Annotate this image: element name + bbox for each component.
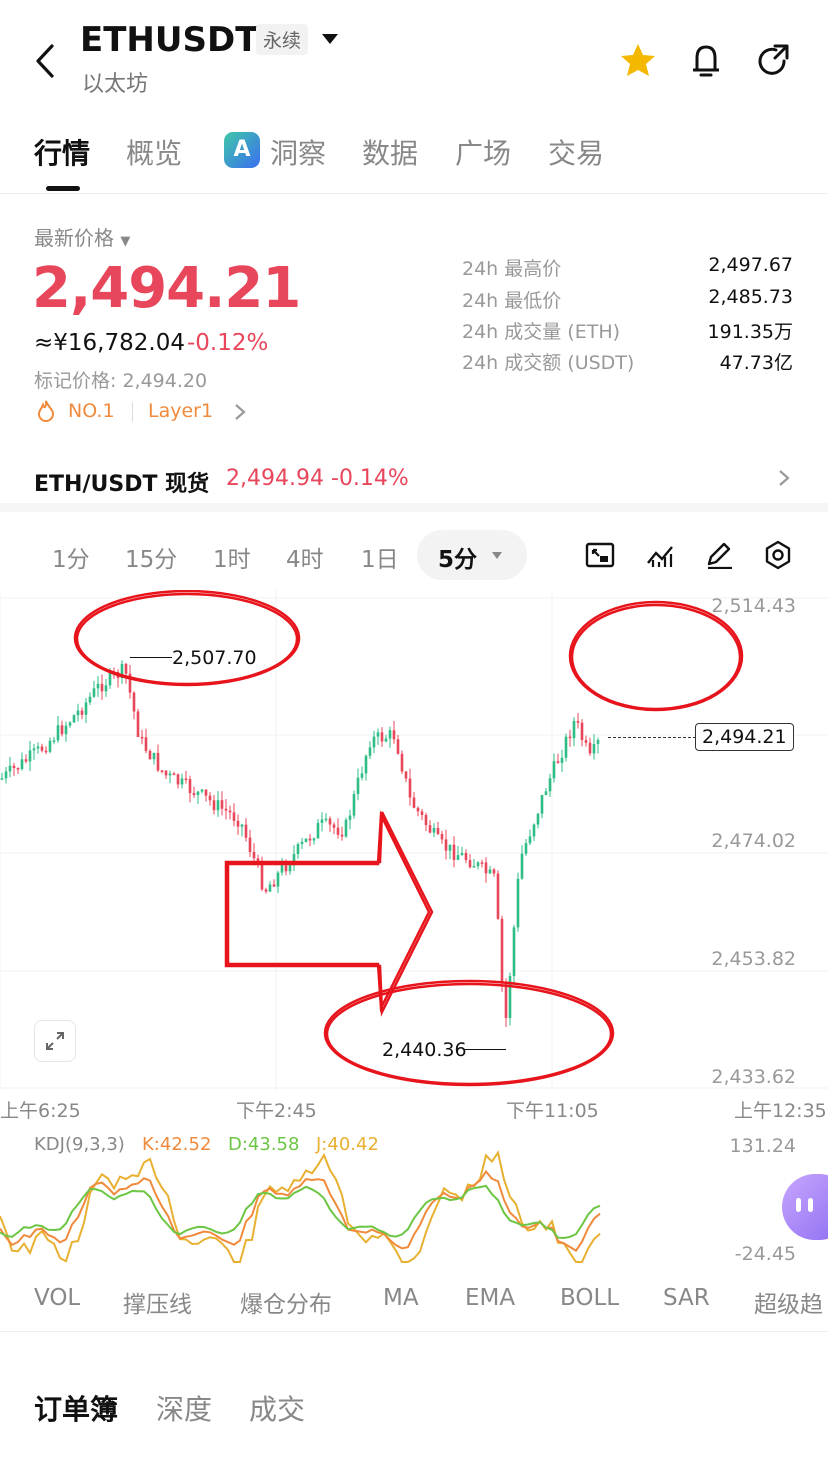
chart-settings-icon[interactable] bbox=[763, 540, 793, 570]
stat-value-low: 2,485.73 bbox=[708, 286, 793, 308]
indicator-supertrend[interactable]: 超级趋 bbox=[754, 1285, 823, 1319]
indicator-bar: VOL 撑压线 爆仓分布 MA EMA BOLL SAR 超级趋 bbox=[0, 1270, 828, 1332]
annotation-circle-high bbox=[75, 592, 299, 686]
indicator-support-resistance[interactable]: 撑压线 bbox=[123, 1285, 192, 1319]
stat-label-turnover: 24h 成交额 (USDT) bbox=[462, 352, 635, 374]
price-change: -0.12% bbox=[187, 330, 269, 356]
kdj-j-line bbox=[0, 1150, 601, 1263]
indicator-boll[interactable]: BOLL bbox=[560, 1285, 619, 1311]
kdj-panel: KDJ(9,3,3) K:42.52 D:43.58 J:40.42 131.2… bbox=[0, 1124, 828, 1270]
user-annotation-overlay bbox=[73, 590, 744, 1087]
tab-active-indicator bbox=[46, 186, 80, 191]
latest-price-label[interactable]: 最新价格 ▼ bbox=[34, 222, 130, 251]
stat-label-low: 24h 最低价 bbox=[462, 290, 562, 312]
expand-chart-button[interactable] bbox=[34, 1020, 76, 1062]
timeframe-dropdown-icon bbox=[492, 552, 502, 559]
chevron-right-icon[interactable] bbox=[234, 403, 246, 421]
x-tick: 下午2:45 bbox=[236, 1100, 317, 1122]
timeframe-1h[interactable]: 1时 bbox=[213, 540, 251, 574]
tab-insight[interactable]: 洞察 bbox=[270, 132, 326, 172]
timeframe-4h[interactable]: 4时 bbox=[286, 540, 324, 574]
sector-tag[interactable]: Layer1 bbox=[148, 400, 213, 422]
chevron-right-icon[interactable] bbox=[778, 469, 790, 487]
stat-value-turnover: 47.73亿 bbox=[719, 352, 793, 374]
timeframe-1m[interactable]: 1分 bbox=[52, 540, 90, 574]
indicator-sar[interactable]: SAR bbox=[663, 1285, 710, 1311]
spot-pair: ETH/USDT 现货 bbox=[34, 472, 210, 497]
spot-row[interactable]: ETH/USDT 现货 2,494.94 -0.14% bbox=[0, 448, 828, 512]
x-tick: 上午12:35 bbox=[734, 1100, 827, 1122]
x-tick: 下午11:05 bbox=[506, 1100, 599, 1122]
kdj-k-line bbox=[0, 1169, 601, 1252]
cny-price: ≈¥16,782.04 bbox=[34, 330, 185, 356]
ai-insight-icon: A bbox=[224, 132, 260, 168]
assistant-bubble[interactable] bbox=[782, 1174, 828, 1240]
bell-icon[interactable] bbox=[688, 42, 724, 80]
contract-badge: 永续 bbox=[256, 24, 309, 55]
tab-market[interactable]: 行情 bbox=[34, 132, 90, 172]
last-price: 2,494.21 bbox=[32, 256, 301, 321]
assistant-eye bbox=[796, 1198, 801, 1212]
mark-price: 标记价格: 2,494.20 bbox=[34, 370, 208, 392]
indicator-icon[interactable] bbox=[645, 541, 675, 569]
stat-label-volume: 24h 成交量 (ETH) bbox=[462, 321, 621, 343]
back-arrow-icon[interactable] bbox=[34, 44, 56, 78]
tab-data[interactable]: 数据 bbox=[362, 132, 418, 172]
draw-tool-icon[interactable] bbox=[704, 541, 734, 569]
tab-overview[interactable]: 概览 bbox=[126, 132, 182, 172]
stat-value-volume: 191.35万 bbox=[707, 321, 793, 343]
divider bbox=[132, 402, 133, 422]
tab-trades[interactable]: 成交 bbox=[249, 1388, 305, 1428]
symbol-title[interactable]: ETHUSDT bbox=[80, 20, 258, 60]
symbol-name: 以太坊 bbox=[82, 72, 149, 97]
spot-change: -0.14% bbox=[331, 466, 409, 491]
timeframe-selected[interactable]: 5分 bbox=[417, 530, 527, 580]
fullscreen-chart-icon[interactable] bbox=[585, 541, 615, 569]
spot-price: 2,494.94 bbox=[226, 466, 324, 491]
kdj-axis-bottom: -24.45 bbox=[734, 1243, 796, 1265]
stat-label-high: 24h 最高价 bbox=[462, 258, 562, 280]
price-type-dropdown-icon: ▼ bbox=[120, 234, 131, 249]
favorite-star-icon[interactable] bbox=[619, 42, 657, 78]
share-icon[interactable] bbox=[754, 42, 792, 80]
timeframe-1d[interactable]: 1日 bbox=[361, 540, 399, 574]
timeframe-selected-label: 5分 bbox=[438, 547, 478, 573]
header: ETHUSDT 永续 以太坊 bbox=[0, 0, 828, 110]
main-tabs: 行情 概览 A 洞察 数据 广场 交易 bbox=[0, 120, 828, 194]
fire-icon bbox=[37, 400, 55, 422]
kdj-lines bbox=[0, 1150, 601, 1263]
expand-icon bbox=[46, 1032, 64, 1050]
tab-square[interactable]: 广场 bbox=[455, 132, 511, 172]
indicator-ema[interactable]: EMA bbox=[465, 1285, 515, 1311]
annotation-circle-low bbox=[325, 982, 613, 1086]
tab-depth[interactable]: 深度 bbox=[156, 1388, 212, 1428]
tab-orderbook[interactable]: 订单簿 bbox=[34, 1388, 118, 1428]
kdj-axis-top: 131.24 bbox=[729, 1135, 796, 1157]
assistant-eye bbox=[808, 1198, 813, 1212]
indicator-vol[interactable]: VOL bbox=[34, 1285, 80, 1311]
x-tick: 上午6:25 bbox=[0, 1100, 81, 1122]
annotation-arrow bbox=[224, 811, 434, 1017]
tab-trade[interactable]: 交易 bbox=[548, 132, 604, 172]
symbol-dropdown-icon[interactable] bbox=[321, 33, 339, 45]
stat-value-high: 2,497.67 bbox=[708, 254, 793, 276]
annotation-circle-right bbox=[570, 603, 742, 711]
indicator-liquidation[interactable]: 爆仓分布 bbox=[240, 1285, 332, 1319]
timeframe-15m[interactable]: 15分 bbox=[125, 540, 177, 574]
candlestick-chart[interactable]: 2,514.43 2,474.02 2,453.82 2,433.62 2,50… bbox=[0, 590, 828, 1090]
rank-badge[interactable]: NO.1 bbox=[68, 400, 115, 422]
indicator-ma[interactable]: MA bbox=[383, 1285, 419, 1311]
